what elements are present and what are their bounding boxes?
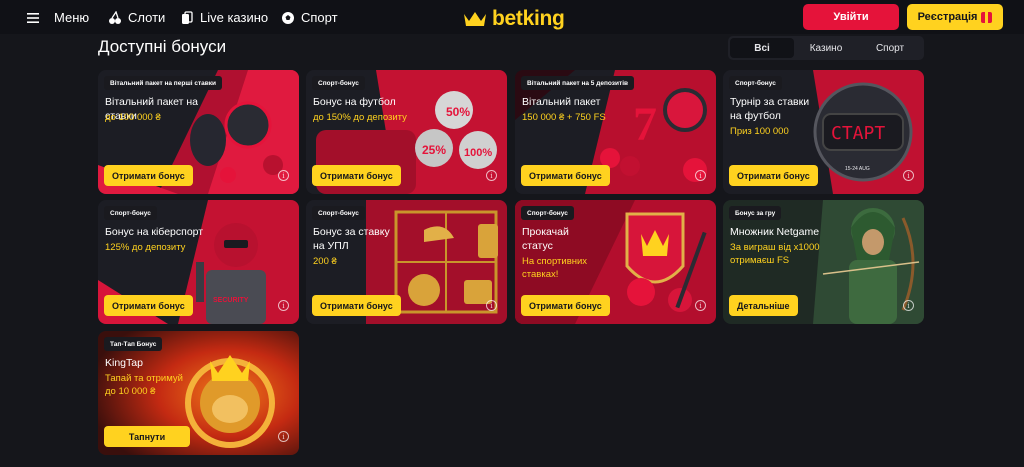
card-title: Прокачай статус — [522, 226, 569, 252]
card-subtitle: до 100 000 ₴ — [105, 112, 161, 123]
filter-sport[interactable]: Спорт — [858, 38, 922, 58]
card-subtitle: 150 000 ₴ + 750 FS — [522, 112, 606, 123]
bonus-filter-tabs: Всі Казино Спорт — [728, 36, 924, 60]
card-subtitle: За виграш від х1000 отримаєш FS — [730, 242, 820, 266]
bonus-card-welcome-bets[interactable]: Вітальний пакет на перші ставки Вітальни… — [98, 70, 299, 194]
login-label: Увійти — [833, 11, 869, 23]
info-icon[interactable]: i — [903, 170, 914, 181]
card-title: Турнір за ставки на футбол — [730, 96, 810, 122]
card-subtitle: 200 ₴ — [313, 256, 337, 267]
card-title: Бонус на кіберспорт — [105, 226, 204, 238]
art-label-dates: 15-24 AUG — [845, 166, 870, 172]
menu-label: Меню — [54, 10, 90, 25]
card-title: KingTap — [105, 357, 143, 369]
register-label: Реєстрація — [917, 11, 978, 23]
crown-icon — [464, 12, 486, 26]
info-icon[interactable]: i — [903, 300, 914, 311]
register-button[interactable]: Реєстрація — [907, 4, 1003, 30]
get-bonus-button[interactable]: Отримати бонус — [312, 165, 401, 186]
art-label-50: 50% — [446, 105, 470, 119]
bonus-card-kingtap[interactable]: Тап-Тап Бонус KingTap Тапай та отримуй д… — [98, 331, 299, 455]
card-tag: Спорт-бонус — [312, 76, 365, 90]
football-icon — [282, 11, 294, 24]
nav-slots[interactable]: Слоти — [108, 10, 165, 25]
gift-icon — [981, 11, 993, 23]
art-label-100: 100% — [464, 147, 492, 159]
get-bonus-button[interactable]: Отримати бонус — [312, 295, 401, 316]
card-tag: Спорт-бонус — [521, 206, 574, 220]
bonus-card-welcome-deposits[interactable]: 7 Вітальний пакет на 5 депозитів Вітальн… — [515, 70, 716, 194]
info-icon[interactable]: i — [695, 170, 706, 181]
bonus-card-upl[interactable]: Спорт-бонус Бонус за ставку на УПЛ 200 ₴… — [306, 200, 507, 324]
card-tag: Вітальний пакет на 5 депозитів — [521, 76, 634, 90]
top-header: Меню Слоти Live казино Спорт betking Уві… — [0, 0, 1024, 34]
nav-slots-label: Слоти — [128, 10, 166, 25]
info-icon[interactable]: i — [486, 300, 497, 311]
card-tag: Вітальний пакет на перші ставки — [104, 76, 223, 90]
get-bonus-button[interactable]: Отримати бонус — [729, 165, 818, 186]
info-icon[interactable]: i — [278, 170, 289, 181]
bonus-card-football-tournament[interactable]: СТАРТ 15-24 AUG Спорт-бонус Турнір за ст… — [723, 70, 924, 194]
card-subtitle: Приз 100 000 — [730, 126, 789, 137]
card-tag: Спорт-бонус — [729, 76, 782, 90]
details-button[interactable]: Детальніше — [729, 295, 798, 316]
card-title: Бонус за ставку на УПЛ — [313, 226, 390, 252]
filter-all[interactable]: Всі — [730, 38, 794, 58]
card-tag: Спорт-бонус — [312, 206, 365, 220]
art-label-25: 25% — [422, 143, 446, 157]
get-bonus-button[interactable]: Отримати бонус — [521, 165, 610, 186]
get-bonus-button[interactable]: Отримати бонус — [104, 295, 193, 316]
info-icon[interactable]: i — [278, 431, 289, 442]
card-tag: Тап-Тап Бонус — [104, 337, 163, 351]
filter-casino[interactable]: Казино — [794, 38, 858, 58]
hamburger-icon — [27, 12, 39, 23]
card-title: Бонус на футбол — [313, 96, 396, 108]
tap-button[interactable]: Тапнути — [104, 426, 190, 447]
info-icon[interactable]: i — [278, 300, 289, 311]
card-tag: Спорт-бонус — [104, 206, 157, 220]
nav-live-casino[interactable]: Live казино — [180, 10, 268, 25]
betking-logo[interactable]: betking — [463, 7, 565, 31]
login-button[interactable]: Увійти — [803, 4, 899, 30]
card-title: Множник Netgame — [730, 226, 820, 238]
info-icon[interactable]: i — [486, 170, 497, 181]
bonus-card-status[interactable]: Спорт-бонус Прокачай статус На спортивни… — [515, 200, 716, 324]
bonus-card-football[interactable]: 50% 25% 100% Спорт-бонус Бонус на футбол… — [306, 70, 507, 194]
info-icon[interactable]: i — [695, 300, 706, 311]
page-title: Доступні бонуси — [98, 37, 227, 56]
get-bonus-button[interactable]: Отримати бонус — [521, 295, 610, 316]
card-tag: Бонус за гру — [729, 206, 782, 220]
menu-button[interactable]: Меню — [26, 10, 89, 25]
get-bonus-button[interactable]: Отримати бонус — [104, 165, 193, 186]
bonus-card-esports[interactable]: SECURITY Спорт-бонус Бонус на кіберспорт… — [98, 200, 299, 324]
cherries-icon — [109, 10, 121, 24]
cards-icon — [182, 10, 193, 24]
nav-sport[interactable]: Спорт — [281, 10, 338, 25]
card-subtitle: 125% до депозиту — [105, 242, 186, 253]
card-subtitle: На спортивних ставках! — [522, 256, 588, 280]
art-label-security: SECURITY — [213, 297, 249, 304]
bonus-card-netgame[interactable]: Бонус за гру Множник Netgame За виграш в… — [723, 200, 924, 324]
nav-sport-label: Спорт — [301, 10, 338, 25]
nav-live-label: Live казино — [200, 10, 269, 25]
logo-text: betking — [492, 7, 565, 30]
card-subtitle: до 150% до депозиту — [313, 112, 407, 123]
card-subtitle: Тапай та отримуй до 10 000 ₴ — [105, 373, 183, 397]
card-title: Вітальний пакет — [522, 96, 601, 108]
